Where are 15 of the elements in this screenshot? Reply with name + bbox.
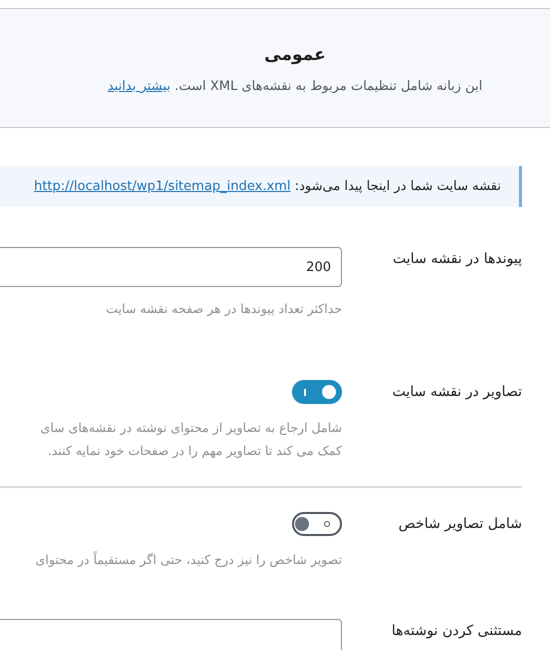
toggle-switch[interactable]: [292, 380, 342, 404]
setting-label: پیوندها در نقشه سایت: [392, 250, 522, 269]
help-text: حداکثر تعداد پیوندها در هر صفحه نقشه سایت: [105, 300, 342, 318]
setting-label: مستثنی کردن نوشته‌ها: [390, 622, 522, 641]
input-field[interactable]: 200: [0, 247, 342, 287]
page-title: عمومی: [263, 44, 327, 67]
setting-label: شامل تصاویر شاخص: [398, 515, 522, 534]
learn-more-link[interactable]: بیشتر بدانید: [108, 79, 170, 94]
toggle-switch[interactable]: [292, 512, 342, 536]
header-description: این زبانه شامل تنظیمات مربوط به نقشه‌های XML است. بیشتر بدانید: [106, 79, 484, 94]
setting-label: تصاویر در نقشه سایت: [391, 383, 522, 402]
help-text: شامل ارجاع به تصاویر از محتوای نوشته در نقشه‌های سای: [39, 419, 342, 437]
sitemap-link[interactable]: http://localhost/wp1/sitemap_index.xml: [34, 179, 291, 194]
help-text: کمک می کند تا تصاویر مهم را در صفحات خود نمایه کنند.: [46, 442, 342, 460]
help-text: تصویر شاخص را نیز درج کنید، حتی اگر مستقیماً در محتوای: [34, 550, 342, 569]
